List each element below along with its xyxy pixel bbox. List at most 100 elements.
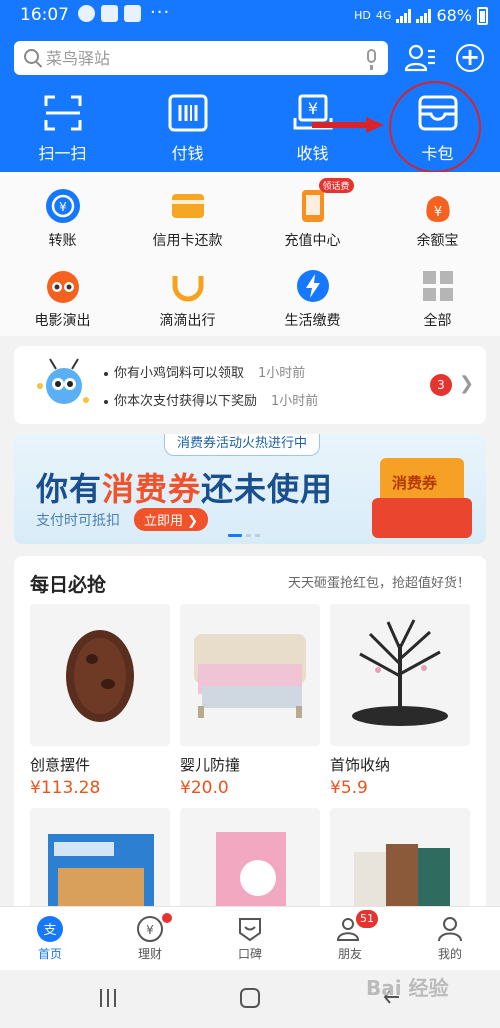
- chevron-right-icon[interactable]: ❯: [459, 373, 474, 394]
- product-card[interactable]: 婴儿防撞 ¥20.0: [180, 604, 320, 798]
- service-all[interactable]: 全部: [375, 268, 500, 330]
- koubei-icon: [236, 915, 264, 943]
- product-card[interactable]: [330, 808, 470, 916]
- product-image: [30, 808, 170, 916]
- status-more: ···: [150, 2, 171, 23]
- service-label: 充值中心: [284, 233, 341, 249]
- ant-mascot-icon: [37, 358, 89, 404]
- notification-card[interactable]: 你有小鸡饲料可以领取 1小时前 你本次支付获得以下奖励 1小时前 3 ❯: [14, 346, 486, 424]
- service-transfer[interactable]: ¥ 转账: [0, 188, 125, 250]
- action-scan-label: 扫一扫: [38, 144, 87, 163]
- search-icon: [24, 49, 39, 64]
- notification-count-badge: 3: [430, 374, 452, 396]
- notification-text: 你本次支付获得以下奖励: [114, 394, 258, 409]
- service-topup[interactable]: 领话费 充值中心: [250, 178, 375, 250]
- action-receive-label: 收钱: [296, 144, 329, 163]
- home-button[interactable]: [240, 988, 260, 1008]
- annotation-circle: [389, 81, 481, 173]
- product-card[interactable]: [180, 808, 320, 916]
- action-pay-label: 付钱: [171, 144, 204, 163]
- utility-icon: [295, 268, 331, 304]
- svg-text:支: 支: [43, 923, 56, 938]
- coupon-graphic: 消费券: [372, 458, 472, 538]
- profile-icon: [436, 915, 464, 943]
- tab-koubei[interactable]: 口碑: [200, 907, 300, 970]
- svg-text:¥: ¥: [59, 200, 67, 214]
- recents-button[interactable]: [100, 989, 116, 1007]
- search-input[interactable]: [46, 46, 346, 70]
- service-label: 电影演出: [34, 313, 91, 329]
- action-scan[interactable]: 扫一扫: [0, 92, 125, 164]
- product-name: 首饰收纳: [330, 756, 391, 774]
- messenger-icon: [78, 5, 95, 22]
- movie-icon: [45, 268, 81, 304]
- product-name: 创意摆件: [30, 756, 91, 774]
- notification-time: 1小时前: [271, 394, 319, 409]
- annotation-arrow-icon: [312, 117, 384, 133]
- notification-item[interactable]: 你有小鸡饲料可以领取 1小时前: [104, 362, 305, 381]
- credit-card-icon: [170, 188, 206, 224]
- action-pay[interactable]: 付钱: [125, 92, 250, 164]
- service-label: 滴滴出行: [159, 313, 216, 329]
- phone-topup-icon: 领话费: [295, 178, 354, 224]
- status-right: HD 4G 68%: [354, 6, 488, 25]
- banner-pill: 消费券活动火热进行中: [164, 434, 321, 456]
- product-image: [180, 808, 320, 916]
- service-yuebao[interactable]: ¥ 余额宝: [375, 188, 500, 250]
- tab-profile[interactable]: 我的: [400, 907, 500, 970]
- banner-cta-button[interactable]: 立即用 ❯: [134, 508, 209, 531]
- product-price: ¥5.9: [330, 778, 368, 798]
- battery-percent: 68%: [436, 6, 472, 25]
- wealth-red-dot: [162, 913, 172, 923]
- notification-time: 1小时前: [258, 366, 306, 381]
- friends-count-badge: 51: [356, 910, 378, 928]
- deals-title: 每日必抢: [30, 574, 107, 596]
- contacts-icon: [404, 44, 435, 72]
- tab-label: 首页: [37, 947, 62, 961]
- status-time: 16:07: [20, 5, 69, 25]
- signal-bars-icon: [396, 8, 412, 23]
- product-card[interactable]: [30, 808, 170, 916]
- tab-friends[interactable]: 51 朋友: [300, 907, 400, 970]
- svg-text:¥: ¥: [307, 99, 317, 118]
- product-image: [180, 604, 320, 746]
- shop-icon: [124, 5, 141, 22]
- scan-icon: [43, 94, 83, 132]
- barcode-icon: [168, 94, 208, 132]
- notification-item[interactable]: 你本次支付获得以下奖励 1小时前: [104, 390, 318, 409]
- wealth-icon: ¥: [136, 915, 164, 943]
- yuebao-icon: ¥: [420, 188, 456, 224]
- product-price: ¥20.0: [180, 778, 229, 798]
- tab-label: 理财: [137, 947, 162, 961]
- service-didi[interactable]: 滴滴出行: [125, 268, 250, 330]
- gallery-icon: [101, 5, 118, 22]
- service-label: 生活缴费: [284, 313, 341, 329]
- tab-label: 我的: [437, 947, 462, 961]
- deals-slogan[interactable]: 天天砸蛋抢红包，抢超值好货！: [288, 572, 470, 591]
- service-label: 信用卡还款: [152, 233, 223, 249]
- services-grid: ¥ 转账 信用卡还款 领话费 充值中心 ¥ 余额宝 电影演出 滴滴出行 生活缴费…: [0, 172, 500, 336]
- product-card[interactable]: 创意摆件 ¥113.28: [30, 604, 170, 798]
- promo-banner[interactable]: 消费券活动火热进行中 你有消费券还未使用 支付时可抵扣 立即用 ❯ 消费券: [14, 434, 486, 544]
- add-button[interactable]: +: [456, 44, 484, 72]
- product-image: [330, 808, 470, 916]
- status-notification-icons: [78, 5, 141, 22]
- service-credit-card[interactable]: 信用卡还款: [125, 188, 250, 250]
- all-grid-icon: [420, 268, 456, 304]
- contacts-button[interactable]: [404, 43, 436, 73]
- tab-home[interactable]: 支 首页: [0, 907, 100, 970]
- service-label: 全部: [423, 313, 452, 329]
- search-bar[interactable]: [14, 41, 388, 75]
- service-movie[interactable]: 电影演出: [0, 268, 125, 330]
- product-card[interactable]: 首饰收纳 ¥5.9: [330, 604, 470, 798]
- didi-icon: [170, 268, 206, 304]
- alipay-home-icon: 支: [36, 915, 64, 943]
- signal-bars-2-icon: [416, 8, 432, 23]
- service-label: 余额宝: [416, 233, 459, 249]
- hd-label: HD: [354, 9, 371, 22]
- service-utility[interactable]: 生活缴费: [250, 268, 375, 330]
- battery-icon: [477, 6, 488, 25]
- tab-wealth[interactable]: ¥ 理财: [100, 907, 200, 970]
- topup-badge: 领话费: [318, 178, 354, 193]
- microphone-icon[interactable]: [367, 49, 376, 70]
